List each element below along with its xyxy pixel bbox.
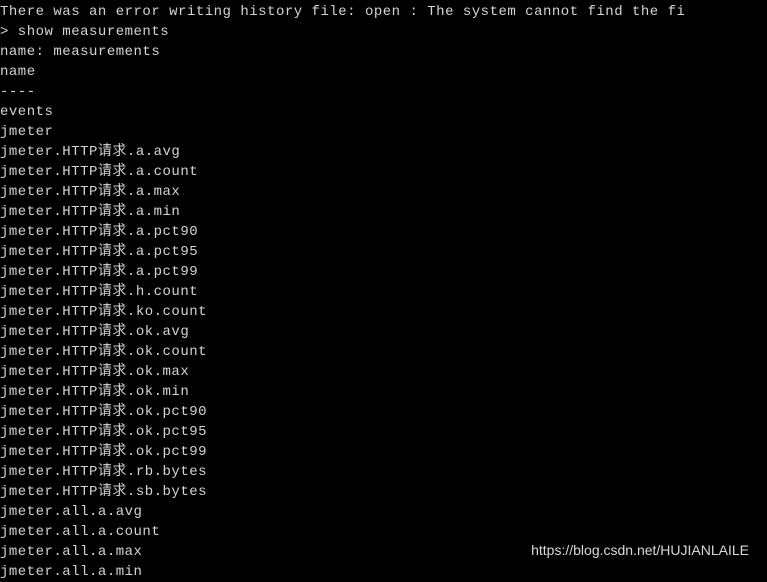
error-message: There was an error writing history file:…: [0, 2, 767, 22]
measurement-row: jmeter.HTTP请求.ok.pct90: [0, 402, 767, 422]
command-input-line[interactable]: > show measurements: [0, 22, 767, 42]
measurement-row: jmeter.all.a.min: [0, 562, 767, 582]
measurement-row: jmeter.HTTP请求.a.count: [0, 162, 767, 182]
measurement-row: jmeter.HTTP请求.a.min: [0, 202, 767, 222]
measurement-row: jmeter.HTTP请求.a.pct99: [0, 262, 767, 282]
measurement-row: jmeter.HTTP请求.ok.pct99: [0, 442, 767, 462]
measurement-row: jmeter.HTTP请求.ok.pct95: [0, 422, 767, 442]
measurement-row: jmeter: [0, 122, 767, 142]
measurement-row: jmeter.HTTP请求.a.avg: [0, 142, 767, 162]
measurement-row: jmeter.HTTP请求.h.count: [0, 282, 767, 302]
measurement-row: jmeter.HTTP请求.sb.bytes: [0, 482, 767, 502]
measurement-row: jmeter.HTTP请求.ko.count: [0, 302, 767, 322]
measurement-row: jmeter.all.a.avg: [0, 502, 767, 522]
measurement-row: jmeter.HTTP请求.a.pct90: [0, 222, 767, 242]
watermark-text: https://blog.csdn.net/HUJIANLAILE: [531, 540, 749, 560]
measurement-row: jmeter.HTTP请求.ok.min: [0, 382, 767, 402]
measurement-row: events: [0, 102, 767, 122]
column-header: name: [0, 62, 767, 82]
measurement-row: jmeter.HTTP请求.a.max: [0, 182, 767, 202]
measurement-row: jmeter.HTTP请求.rb.bytes: [0, 462, 767, 482]
measurement-row: jmeter.HTTP请求.ok.avg: [0, 322, 767, 342]
measurement-row: jmeter.HTTP请求.a.pct95: [0, 242, 767, 262]
measurement-row: jmeter.HTTP请求.ok.count: [0, 342, 767, 362]
terminal-output: There was an error writing history file:…: [0, 0, 767, 582]
result-name-line: name: measurements: [0, 42, 767, 62]
header-divider: ----: [0, 82, 767, 102]
measurement-row: jmeter.all.a.count: [0, 522, 767, 542]
measurement-row: jmeter.HTTP请求.ok.max: [0, 362, 767, 382]
